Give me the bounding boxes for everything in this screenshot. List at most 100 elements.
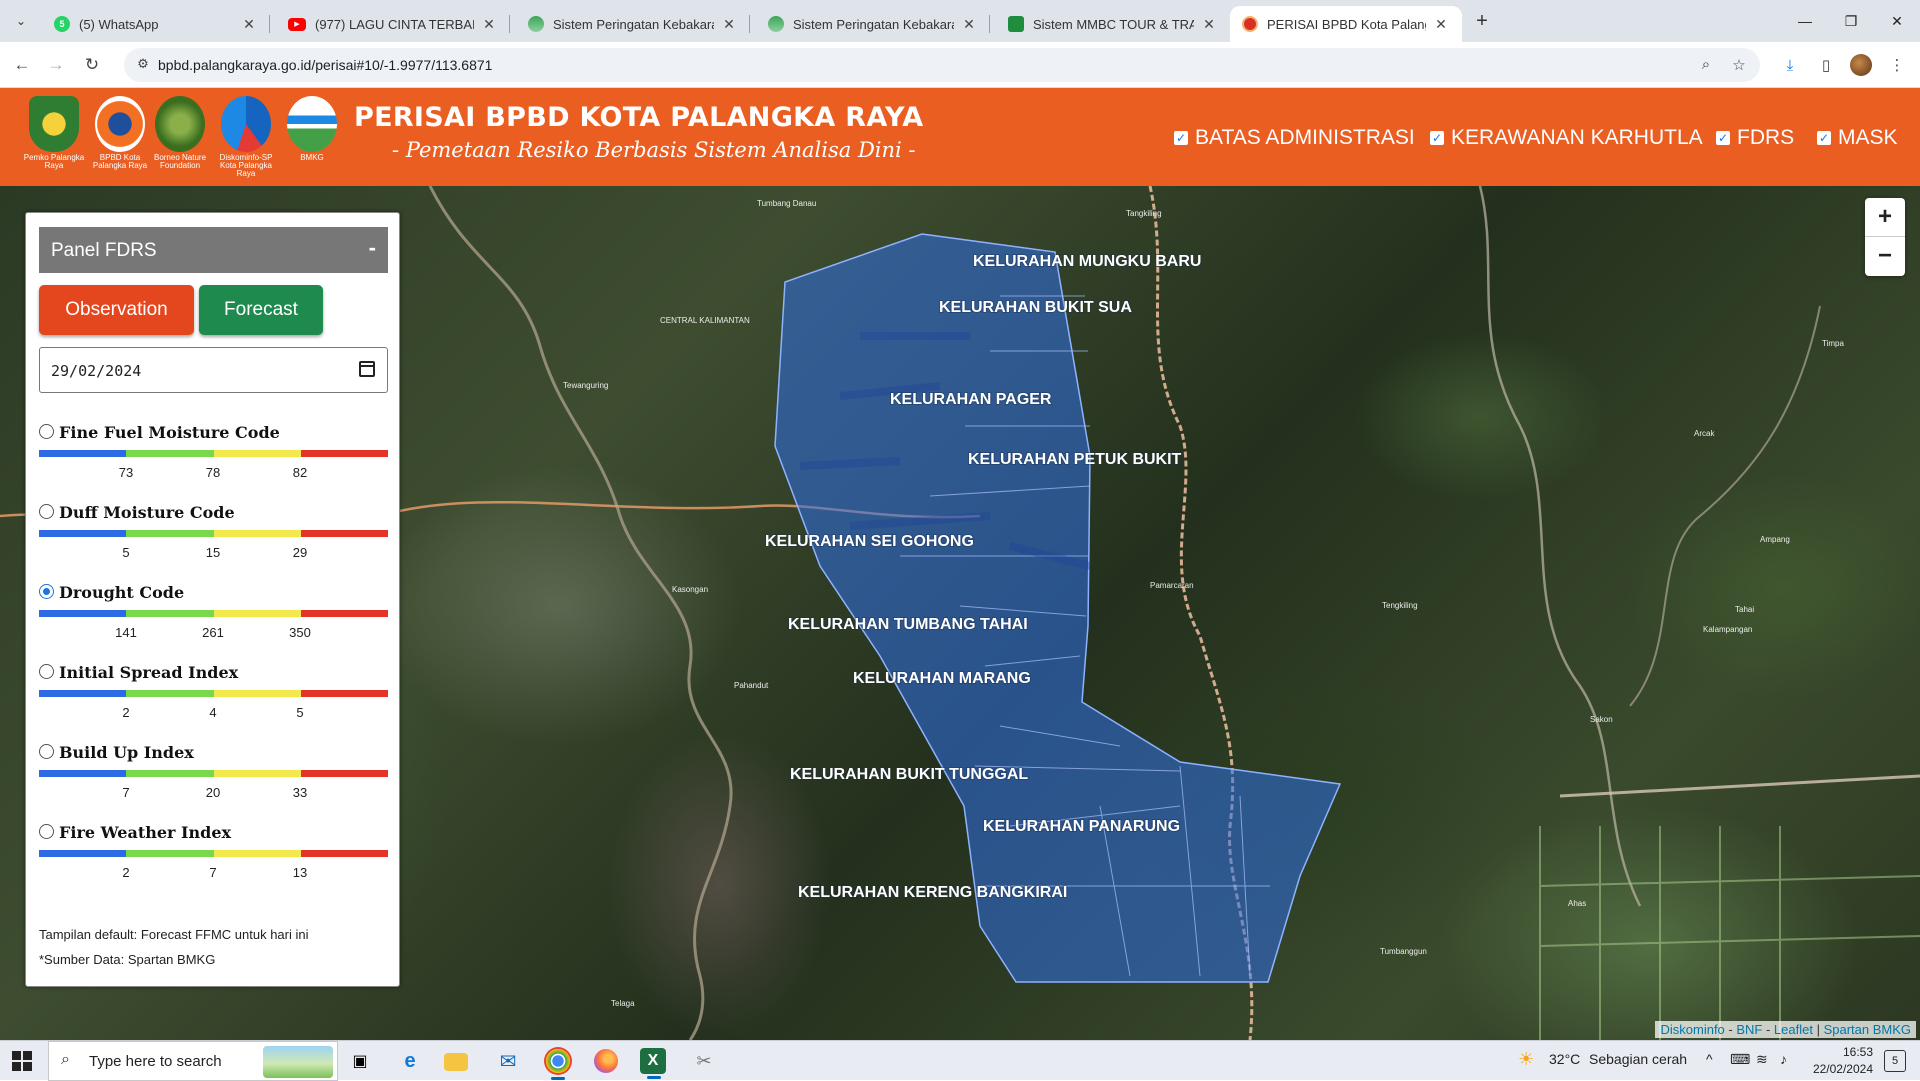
toggle-kerawanan-karhutla[interactable]: ✓ KERAWANAN KARHUTLA [1430,126,1703,150]
index-isi[interactable]: Initial Spread Index 2 4 5 [39,663,388,738]
weather-icon[interactable]: ☀ [1518,1049,1534,1070]
label-kereng-bangkirai: KELURAHAN KERENG BANGKIRAI [798,884,1067,901]
observation-button[interactable]: Observation [39,285,194,335]
place-label: Tumbanggun [1380,947,1427,956]
tab-sistem-peringatan-2[interactable]: Sistem Peringatan Kebakaran H ✕ [756,6,990,42]
close-tab-icon[interactable]: ✕ [480,16,498,33]
radio-dc-selected[interactable] [39,584,54,599]
checkbox-checked-icon[interactable]: ✓ [1817,131,1831,145]
date-input[interactable]: 29/02/2024 [39,347,388,393]
place-label: Tahai [1735,605,1754,614]
site-title: PERISAI BPBD KOTA PALANGKA RAYA [354,102,924,133]
scale-tick: 4 [209,705,217,720]
close-tab-icon[interactable]: ✕ [960,16,978,33]
firefox-icon[interactable] [594,1049,618,1073]
index-dc[interactable]: Drought Code 141 261 350 [39,583,388,658]
touch-keyboard-icon[interactable]: ⌨ [1730,1051,1750,1068]
zoom-out-button[interactable]: − [1865,237,1905,276]
wifi-icon[interactable]: ≋ [1756,1051,1768,1068]
tab-perisai-active[interactable]: PERISAI BPBD Kota Palangka Ra ✕ [1230,6,1462,42]
attribution-link[interactable]: Diskominfo [1660,1022,1724,1037]
tab-mmbc-tour[interactable]: Sistem MMBC TOUR & TRAVEL ✕ [996,6,1230,42]
snipping-tool-icon[interactable]: ✂ [690,1047,718,1075]
task-view-icon[interactable]: ▣ [346,1047,374,1075]
radio-ffmc[interactable] [39,424,54,439]
site-subtitle: - Pemetaan Resiko Berbasis Sistem Analis… [392,138,916,162]
taskbar-clock[interactable]: 16:53 22/02/2024 [1813,1044,1873,1078]
taskbar-search-box[interactable]: ⌕ Type here to search [48,1041,338,1081]
close-tab-icon[interactable]: ✕ [240,16,258,33]
edge-icon[interactable]: e [396,1047,424,1075]
close-window-icon[interactable]: ✕ [1874,0,1920,42]
tab-search-icon[interactable]: ⌄ [8,8,34,34]
scale-tick: 350 [289,625,311,640]
toggle-mask[interactable]: ✓ MASK [1817,126,1898,150]
checkbox-checked-icon[interactable]: ✓ [1716,131,1730,145]
map-attribution: Diskominfo - BNF - Leaflet | Spartan BMK… [1655,1021,1916,1038]
attribution-link[interactable]: Leaflet [1774,1022,1813,1037]
toggle-batas-administrasi[interactable]: ✓ BATAS ADMINISTRASI [1174,126,1415,150]
weather-temp[interactable]: 32°C [1549,1051,1580,1067]
forward-icon[interactable]: → [42,51,70,79]
attribution-link[interactable]: BNF [1736,1022,1762,1037]
bookmark-star-icon[interactable]: ☆ [1729,56,1749,76]
file-explorer-icon[interactable] [444,1053,468,1071]
search-highlight-image[interactable] [263,1046,333,1078]
show-hidden-icons-icon[interactable]: ^ [1706,1051,1713,1067]
excel-icon[interactable]: X [640,1048,666,1079]
new-tab-icon[interactable]: + [1470,10,1494,34]
volume-icon[interactable]: ♪ [1780,1051,1787,1067]
close-tab-icon[interactable]: ✕ [1200,16,1218,33]
toggle-fdrs[interactable]: ✓ FDRS [1716,126,1794,150]
address-bar[interactable]: ⚙ bpbd.palangkaraya.go.id/perisai#10/-1.… [124,48,1760,82]
windows-taskbar: ⌕ Type here to search ▣ e ✉ X ✂ ☀ 32°C S… [0,1040,1920,1081]
radio-isi[interactable] [39,664,54,679]
checkbox-checked-icon[interactable]: ✓ [1174,131,1188,145]
bpbd-logo-icon [95,96,145,152]
map-view[interactable]: KELURAHAN MUNGKU BARU KELURAHAN BUKIT SU… [0,186,1920,1040]
zoom-in-button[interactable]: + [1865,198,1905,237]
radio-bui[interactable] [39,744,54,759]
windows-start-icon[interactable] [12,1051,32,1071]
tab-youtube[interactable]: ▶ (977) LAGU CINTA TERBAIK CAF ✕ [276,6,510,42]
collapse-panel-button[interactable]: - [369,235,376,261]
close-tab-icon[interactable]: ✕ [720,16,738,33]
reload-icon[interactable]: ↻ [78,51,106,79]
index-ffmc[interactable]: Fine Fuel Moisture Code 73 78 82 [39,423,388,498]
close-tab-icon[interactable]: ✕ [1432,16,1450,33]
tab-sistem-peringatan-1[interactable]: Sistem Peringatan Kebakaran H ✕ [516,6,750,42]
site-settings-icon[interactable]: ⚙ [134,56,152,74]
mail-icon[interactable]: ✉ [494,1047,522,1075]
radio-dmc[interactable] [39,504,54,519]
weather-text[interactable]: Sebagian cerah [1589,1051,1687,1067]
restore-icon[interactable]: ❐ [1828,0,1874,42]
chrome-icon[interactable] [544,1047,572,1080]
place-label: Tengkiling [1382,601,1418,610]
zoom-icon[interactable]: ⌕ [1696,56,1716,76]
label-bukit-sua: KELURAHAN BUKIT SUA [939,299,1132,316]
back-icon[interactable]: ← [8,51,36,79]
minimize-icon[interactable]: — [1782,0,1828,42]
menu-dots-icon[interactable]: ⋮ [1884,52,1910,78]
bpbd-icon [1242,16,1258,32]
calendar-icon[interactable] [359,361,375,377]
index-fwi[interactable]: Fire Weather Index 2 7 13 [39,823,388,898]
globe-icon [768,16,784,32]
scale-tick: 5 [296,705,304,720]
profile-avatar[interactable] [1850,54,1872,76]
download-icon[interactable]: ⤓ [1777,52,1803,78]
forecast-button[interactable]: Forecast [199,285,323,335]
radio-fwi[interactable] [39,824,54,839]
place-label: Ampang [1760,535,1790,544]
attribution-link[interactable]: Spartan BMKG [1824,1022,1911,1037]
side-panel-icon[interactable]: ▯ [1813,52,1839,78]
index-dmc[interactable]: Duff Moisture Code 5 15 29 [39,503,388,578]
fdrs-region-polygon[interactable] [774,233,1342,983]
place-label: Pamarcaran [1150,581,1194,590]
notification-center-icon[interactable]: 5 [1884,1050,1906,1072]
index-bui[interactable]: Build Up Index 7 20 33 [39,743,388,818]
scale-tick: 15 [205,545,221,560]
label-mungku-baru: KELURAHAN MUNGKU BARU [973,253,1201,270]
tab-whatsapp[interactable]: 5 (5) WhatsApp ✕ [42,6,270,42]
checkbox-checked-icon[interactable]: ✓ [1430,131,1444,145]
